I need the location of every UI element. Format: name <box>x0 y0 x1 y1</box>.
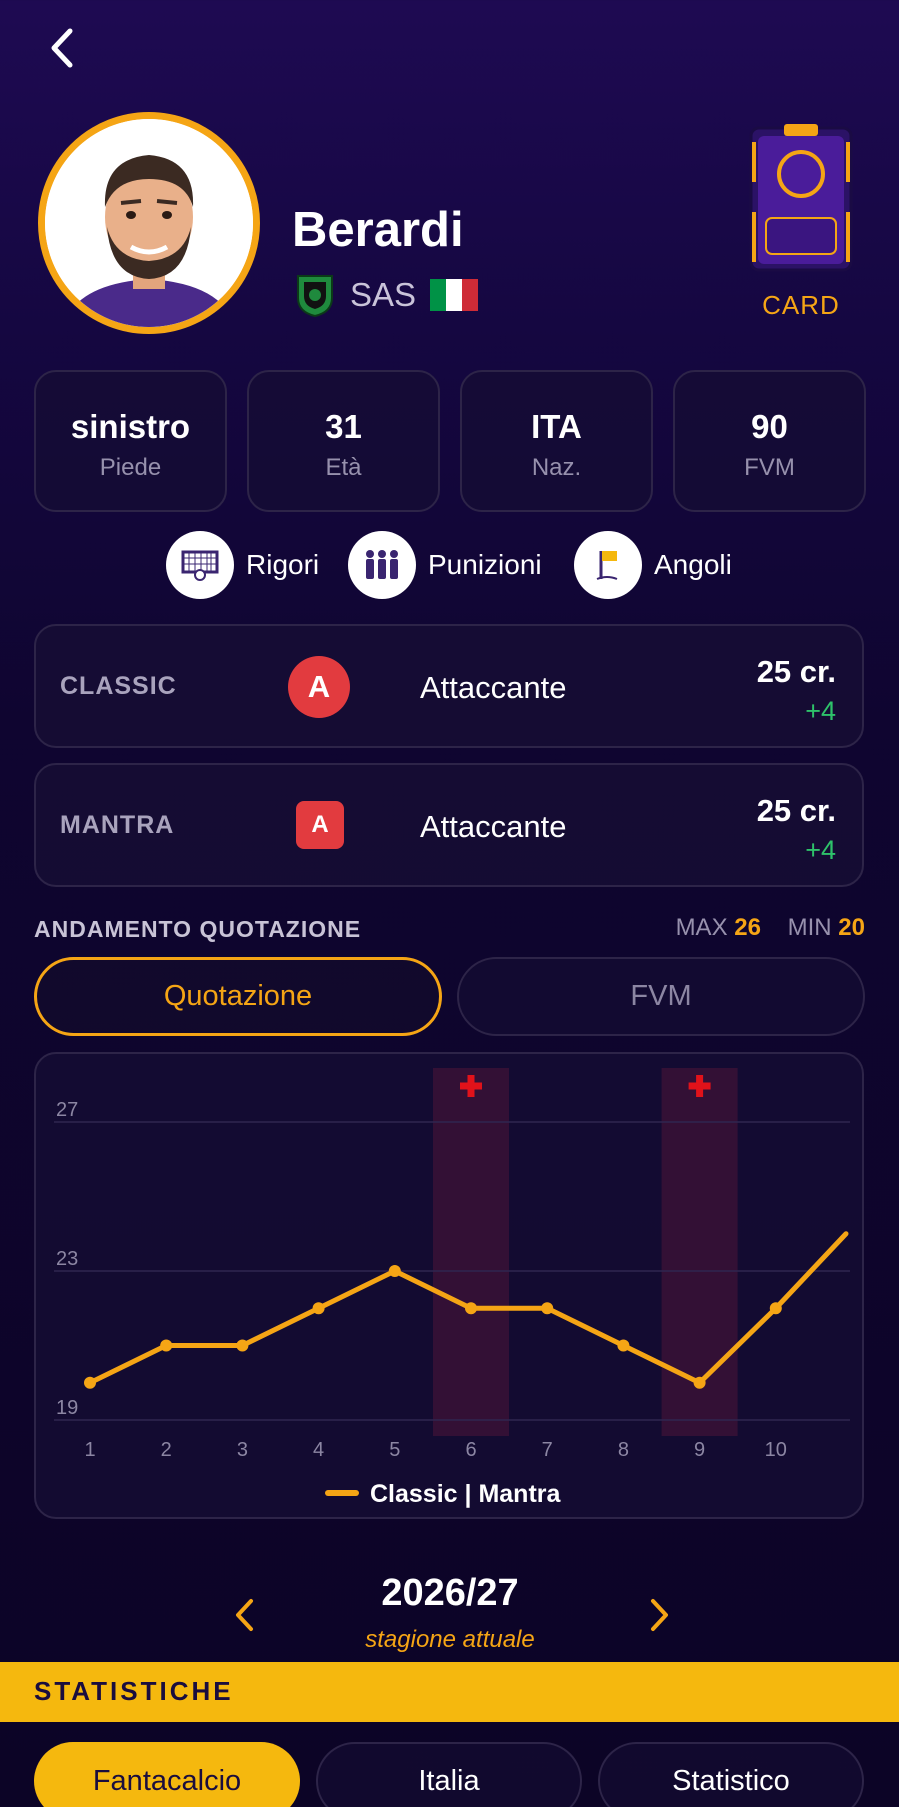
card-thumbnail[interactable] <box>748 122 854 274</box>
x-tick-label: 10 <box>765 1439 787 1461</box>
role-credit-delta: +4 <box>805 835 836 865</box>
info-value: 90 <box>751 408 788 445</box>
info-nationality: ITA Naz. <box>460 370 653 512</box>
stats-title: STATISTICHE <box>34 1676 234 1706</box>
injury-band <box>433 1068 509 1436</box>
x-tick-label: 9 <box>694 1439 705 1461</box>
role-credits: 25 cr. <box>756 654 836 689</box>
info-fvm: 90 FVM <box>673 370 866 512</box>
role-credit-delta: +4 <box>805 696 836 726</box>
data-point <box>312 1302 325 1315</box>
x-tick-label: 1 <box>84 1439 95 1461</box>
trend-chart: 19 23 27 1 2 3 4 5 6 7 8 9 10 Classic | Mantra <box>34 1052 864 1519</box>
legend-label: Classic | Mantra <box>370 1480 562 1508</box>
info-label: Naz. <box>531 454 582 481</box>
max-value: 26 <box>734 914 761 941</box>
chart-canvas: 1923271 2 3 4 5 6 7 8 9 10Classic | Mantra <box>54 1068 850 1508</box>
role-mode: MANTRA <box>60 811 175 839</box>
tab-fantacalcio[interactable]: Fantacalcio <box>34 1742 300 1807</box>
chevron-right-icon <box>651 1599 668 1631</box>
data-point <box>769 1302 782 1315</box>
min-value: 20 <box>838 914 865 941</box>
x-tick-label: 8 <box>618 1439 629 1461</box>
info-label: Piede <box>99 454 162 481</box>
info-label: FVM <box>744 454 795 481</box>
free-kick-wall-icon <box>348 531 416 599</box>
back-button[interactable] <box>40 22 84 74</box>
data-point <box>541 1302 554 1315</box>
season-prev-button[interactable] <box>222 1590 266 1640</box>
toggle-quotazione[interactable]: Quotazione <box>34 957 442 1036</box>
y-tick-label: 27 <box>56 1099 78 1121</box>
min-label: MIN <box>787 914 832 941</box>
info-age: 31 Età <box>247 370 440 512</box>
tab-italia[interactable]: Italia <box>316 1742 582 1807</box>
skill-corners[interactable]: Angoli <box>574 531 732 599</box>
trend-max-min: MAX 26 MIN 20 <box>676 914 865 942</box>
trend-title: ANDAMENTO QUOTAZIONE <box>34 916 362 942</box>
role-row-classic: CLASSIC A Attaccante 25 cr. +4 <box>34 624 864 748</box>
x-tick-label: 6 <box>465 1439 476 1461</box>
chevron-left-icon <box>51 28 73 68</box>
info-value: 31 <box>325 408 362 445</box>
x-tick-label: 5 <box>389 1439 400 1461</box>
role-mode: CLASSIC <box>60 672 177 700</box>
role-description: Attaccante <box>420 670 567 705</box>
chevron-left-icon <box>236 1599 253 1631</box>
skill-free-kicks[interactable]: Punizioni <box>348 531 542 599</box>
info-foot: sinistro Piede <box>34 370 227 512</box>
skill-label: Punizioni <box>428 549 542 580</box>
season-next-button[interactable] <box>638 1590 682 1640</box>
x-tick-label: 2 <box>161 1439 172 1461</box>
info-value: sinistro <box>70 408 191 445</box>
toggle-fvm[interactable]: FVM <box>457 957 865 1036</box>
sassuolo-crest-icon <box>297 275 333 318</box>
y-tick-label: 19 <box>56 1397 78 1419</box>
skill-label: Rigori <box>246 549 320 580</box>
data-point <box>160 1339 173 1352</box>
italy-flag-icon <box>430 279 479 311</box>
role-badge: A <box>288 656 350 718</box>
info-label: Età <box>325 454 362 481</box>
max-label: MAX <box>675 914 728 941</box>
data-point <box>465 1302 477 1315</box>
y-tick-label: 23 <box>56 1248 78 1270</box>
data-point <box>236 1339 249 1352</box>
data-point <box>84 1376 96 1389</box>
card-label[interactable]: CARD <box>740 290 862 321</box>
player-name: Berardi <box>292 203 464 257</box>
x-tick-label: 3 <box>237 1439 248 1461</box>
data-point <box>617 1339 630 1352</box>
role-badge: A <box>296 801 344 849</box>
role-description: Attaccante <box>420 809 567 844</box>
team-code: SAS <box>350 276 417 313</box>
skill-penalties[interactable]: Rigori <box>166 531 319 599</box>
data-point <box>388 1265 401 1277</box>
data-point <box>693 1376 706 1389</box>
x-tick-label: 4 <box>313 1439 324 1461</box>
tab-statistico[interactable]: Statistico <box>598 1742 864 1807</box>
stats-header: STATISTICHE <box>0 1662 899 1722</box>
season-year: 2026/27 <box>381 1572 519 1614</box>
skill-label: Angoli <box>654 549 732 580</box>
corner-flag-icon <box>574 531 642 599</box>
role-credits: 25 cr. <box>756 793 836 828</box>
team-row: SAS <box>294 272 479 318</box>
player-avatar <box>38 112 260 334</box>
info-value: ITA <box>531 408 582 445</box>
role-row-mantra: MANTRA A Attaccante 25 cr. +4 <box>34 763 864 887</box>
x-tick-label: 7 <box>542 1439 553 1461</box>
penalty-goal-icon <box>166 531 234 599</box>
season-subtitle: stagione attuale <box>365 1626 535 1653</box>
